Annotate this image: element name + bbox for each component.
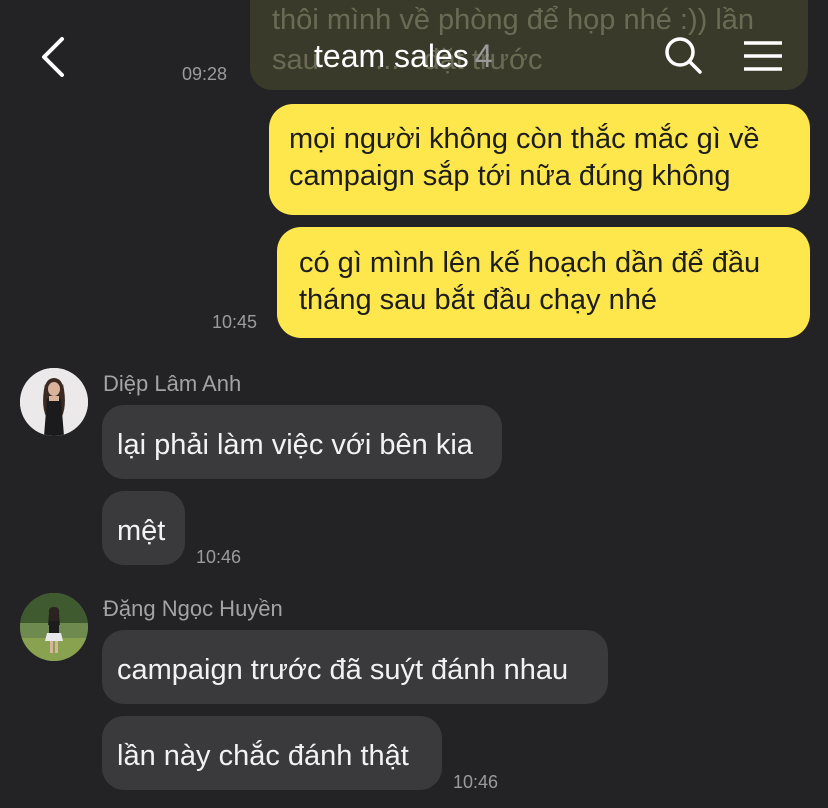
message-bubble[interactable]: campaign trước đã suýt đánh nhau <box>102 630 608 704</box>
message-time: 10:45 <box>212 312 258 332</box>
hamburger-menu-icon[interactable] <box>742 40 784 72</box>
message-bubble[interactable]: lại phải làm việc với bên kia <box>102 405 502 479</box>
message-time: 10:46 <box>196 547 242 567</box>
avatar[interactable] <box>20 368 88 436</box>
message-time-partial: 09:28 <box>182 64 228 84</box>
chevron-left-icon[interactable] <box>34 34 74 80</box>
member-count: 4 <box>474 38 493 74</box>
message-time: 10:46 <box>453 772 499 792</box>
message-bubble[interactable]: mệt <box>102 491 185 565</box>
sender-name[interactable]: Đặng Ngọc Huyền <box>103 596 283 622</box>
chat-name: team sales <box>314 38 469 74</box>
search-icon[interactable] <box>662 34 704 76</box>
avatar[interactable] <box>20 593 88 661</box>
chat-title: team sales 4 <box>314 38 493 75</box>
message-bubble[interactable]: lần này chắc đánh thật <box>102 716 442 790</box>
message-text: campaign trước đã suýt đánh nhau <box>117 654 569 686</box>
message-text: lại phải làm việc với bên kia <box>117 429 473 461</box>
my-message-bubble[interactable]: mọi người không còn thắc mắc gì về campa… <box>269 104 810 215</box>
my-message-bubble[interactable]: có gì mình lên kế hoạch dần để đầu tháng… <box>277 227 810 338</box>
message-text: mệt <box>117 515 166 547</box>
my-message-text: mọi người không còn thắc mắc gì về campa… <box>289 123 760 192</box>
sender-name[interactable]: Diệp Lâm Anh <box>103 371 241 397</box>
message-text: lần này chắc đánh thật <box>117 740 409 772</box>
my-message-text: có gì mình lên kế hoạch dần để đầu tháng… <box>299 247 761 316</box>
